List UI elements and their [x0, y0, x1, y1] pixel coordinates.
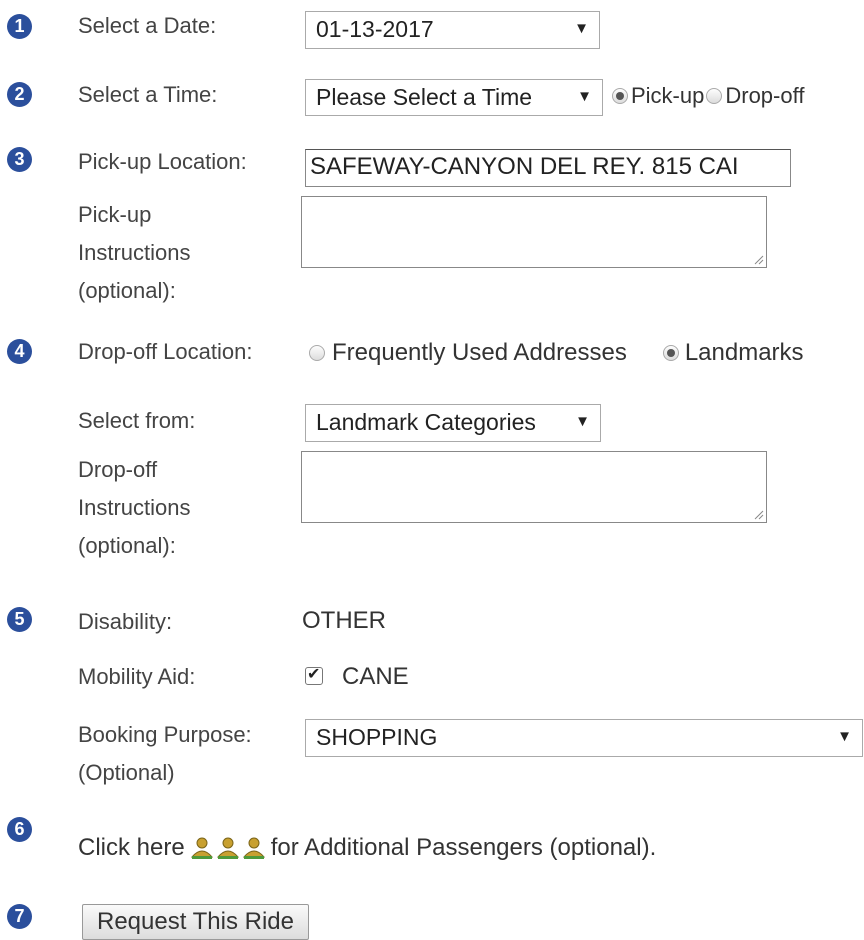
dropoff-type-radio-group: Frequently Used Addresses Landmarks [309, 335, 804, 371]
mobility-aid-checkbox[interactable] [305, 664, 323, 685]
passengers-suffix-text: for Additional Passengers (optional). [270, 834, 657, 861]
additional-passengers-row: Click here for Additional Passengers (op… [78, 830, 656, 866]
resize-grip-icon[interactable] [752, 508, 764, 520]
frequent-addresses-label[interactable]: Frequently Used Addresses [332, 335, 627, 371]
pickup-instructions-textarea[interactable] [301, 196, 767, 268]
booking-purpose-value: SHOPPING [316, 724, 438, 750]
dropoff-instructions-label-line2: Instructions [78, 495, 191, 520]
dropdown-arrow-icon: ▼ [837, 728, 852, 745]
pickup-radio-label[interactable]: Pick-up [631, 78, 704, 114]
landmarks-radio[interactable] [662, 345, 679, 361]
step-2-badge: 2 [7, 82, 32, 107]
booking-purpose-label-line2: (Optional) [78, 760, 175, 785]
time-select[interactable]: Please Select a Time ▼ [305, 79, 603, 116]
step-4-badge: 4 [7, 339, 32, 364]
time-select-value: Please Select a Time [316, 84, 533, 110]
mobility-aid-value[interactable]: CANE [342, 659, 409, 695]
step-5-badge: 5 [7, 607, 32, 632]
passengers-prefix-text: Click here [78, 834, 185, 861]
dropdown-arrow-icon: ▼ [577, 88, 592, 105]
date-select-value: 01-13-2017 [316, 16, 434, 42]
pickup-dropoff-radio-group: Pick-up Drop-off [612, 78, 804, 114]
dropoff-radio-label[interactable]: Drop-off [725, 78, 804, 114]
request-ride-button[interactable]: Request This Ride [82, 904, 309, 940]
pickup-instructions-label-line2: Instructions [78, 240, 191, 265]
select-from-label: Select from: [78, 408, 196, 433]
dropoff-instructions-textarea[interactable] [301, 451, 767, 523]
step-1-badge: 1 [7, 14, 32, 39]
pickup-location-input[interactable]: SAFEWAY-CANYON DEL REY. 815 CAI [305, 149, 791, 187]
date-select[interactable]: 01-13-2017 ▼ [305, 11, 600, 49]
landmark-category-select[interactable]: Landmark Categories ▼ [305, 404, 601, 442]
dropdown-arrow-icon: ▼ [575, 413, 590, 430]
frequent-addresses-radio[interactable] [309, 345, 325, 361]
dropoff-instructions-label-line1: Drop-off [78, 457, 158, 482]
dropoff-instructions-label-line3: (optional): [78, 533, 176, 558]
step-7-badge: 7 [7, 904, 32, 929]
pickup-instructions-label-line1: Pick-up [78, 202, 152, 227]
dropdown-arrow-icon: ▼ [574, 20, 589, 37]
mobility-aid-label: Mobility Aid: [78, 664, 196, 689]
landmark-category-value: Landmark Categories [316, 409, 536, 435]
pickup-location-label: Pick-up Location: [78, 149, 247, 174]
pickup-instructions-label-line3: (optional): [78, 278, 176, 303]
resize-grip-icon[interactable] [752, 253, 764, 265]
disability-label: Disability: [78, 609, 173, 634]
step-3-badge: 3 [7, 147, 32, 172]
time-label: Select a Time: [78, 82, 218, 107]
booking-purpose-label-line1: Booking Purpose: [78, 722, 252, 747]
dropoff-radio[interactable] [706, 88, 723, 104]
step-6-badge: 6 [7, 817, 32, 842]
dropoff-location-label: Drop-off Location: [78, 339, 253, 364]
booking-purpose-select[interactable]: SHOPPING ▼ [305, 719, 863, 757]
additional-passengers-icon[interactable] [189, 835, 267, 861]
pickup-radio[interactable] [612, 88, 628, 104]
landmarks-label[interactable]: Landmarks [685, 335, 804, 371]
date-label: Select a Date: [78, 13, 217, 38]
disability-value: OTHER [302, 607, 386, 634]
